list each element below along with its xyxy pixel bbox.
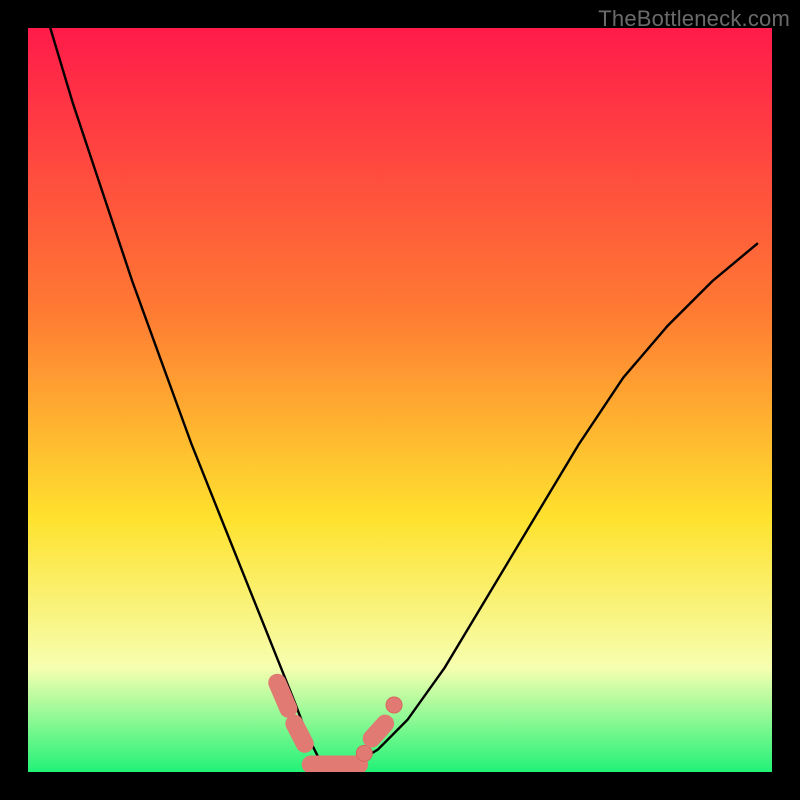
marker-pill	[372, 724, 385, 739]
marker-dot	[386, 697, 402, 713]
watermark-text: TheBottleneck.com	[598, 6, 790, 32]
bottleneck-chart	[28, 28, 772, 772]
marker-pill	[277, 683, 288, 709]
marker-pill	[294, 724, 304, 744]
gradient-background	[28, 28, 772, 772]
marker-dot	[356, 745, 372, 761]
chart-canvas	[28, 28, 772, 772]
